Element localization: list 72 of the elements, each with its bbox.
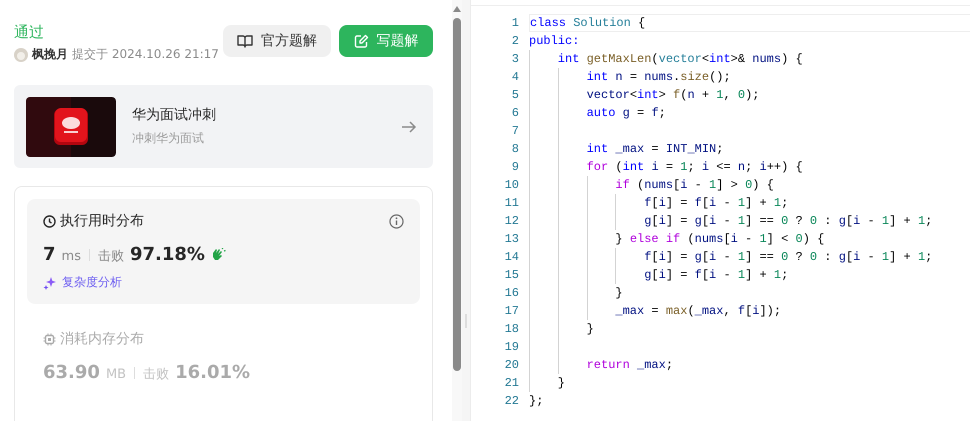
code-line: g[i] = g[i - 1] == 0 ? 0 : g[i - 1] + 1; bbox=[644, 213, 932, 230]
line-number: 16 bbox=[504, 285, 519, 302]
edit-icon bbox=[354, 34, 368, 48]
line-number: 22 bbox=[504, 393, 519, 410]
author-name[interactable]: 枫挽月 bbox=[32, 46, 68, 63]
line-number: 1 bbox=[510, 15, 519, 32]
line-number: 21 bbox=[504, 375, 519, 392]
line-number: 4 bbox=[510, 69, 519, 86]
line-number: 20 bbox=[504, 357, 519, 374]
scrollbar-thumb[interactable] bbox=[453, 18, 462, 371]
metric-title: 消耗内存分布 bbox=[60, 330, 144, 348]
beats-label: 击败 bbox=[98, 248, 124, 265]
line-number: 8 bbox=[510, 141, 519, 158]
code-line: if (nums[i - 1] > 0) { bbox=[615, 177, 774, 194]
book-icon bbox=[237, 34, 253, 48]
metric-title: 执行用时分布 bbox=[60, 212, 144, 230]
line-number: 18 bbox=[504, 321, 519, 338]
scroll-up-icon[interactable] bbox=[453, 6, 462, 12]
code-line: int n = nums.size(); bbox=[586, 69, 731, 86]
beats-percent: 97.18% bbox=[130, 244, 205, 265]
status-label: 通过 bbox=[14, 22, 45, 42]
submit-time: 提交于 2024.10.26 21:17 bbox=[72, 46, 219, 63]
line-number: 15 bbox=[504, 267, 519, 284]
code-line: int getMaxLen(vector<int>& nums) { bbox=[558, 51, 803, 68]
line-number: 9 bbox=[510, 159, 519, 176]
code-line: f[i] = f[i - 1] + 1; bbox=[644, 195, 788, 212]
promo-title: 华为面试冲刺 bbox=[132, 106, 217, 124]
arrow-right-icon bbox=[401, 120, 417, 134]
beats-label: 击败 bbox=[143, 366, 170, 383]
line-number: 2 bbox=[510, 33, 519, 50]
sparkle-icon bbox=[43, 276, 57, 290]
code-line: } bbox=[558, 375, 565, 392]
chip-icon bbox=[43, 332, 56, 346]
avatar-icon bbox=[14, 48, 28, 62]
promo-subtitle: 冲刺华为面试 bbox=[132, 130, 205, 147]
code-line: f[i] = g[i - 1] == 0 ? 0 : g[i - 1] + 1; bbox=[644, 249, 932, 266]
line-number: 17 bbox=[504, 303, 519, 320]
line-number: 11 bbox=[504, 195, 519, 212]
code-line: vector<int> f(n + 1, 0); bbox=[586, 87, 760, 104]
code-line: } bbox=[586, 321, 594, 338]
code-line: return _max; bbox=[586, 357, 674, 374]
line-number: 12 bbox=[504, 213, 519, 230]
line-number: 7 bbox=[510, 123, 519, 140]
code-line: _max = max(_max, f[i]); bbox=[615, 303, 782, 320]
line-number: 14 bbox=[504, 249, 519, 266]
code-line: }; bbox=[529, 393, 544, 410]
code-line: int _max = INT_MIN; bbox=[586, 141, 724, 158]
clock-icon bbox=[43, 214, 56, 228]
metric-unit: MB bbox=[106, 367, 126, 382]
beats-percent: 16.01% bbox=[175, 362, 250, 383]
line-number: 19 bbox=[504, 339, 519, 356]
code-line: public: bbox=[529, 33, 580, 50]
code-line: for (int i = 1; i <= n; i++) { bbox=[586, 159, 803, 176]
clapping-hands-icon bbox=[210, 248, 226, 261]
complexity-analysis-link[interactable]: 复杂度分析 bbox=[62, 274, 122, 291]
metric-panel[interactable]: 执行用时分布 7 ms 击败 97.18% 复杂度分析 bbox=[27, 199, 420, 304]
line-number: 6 bbox=[510, 105, 519, 122]
line-number: 5 bbox=[510, 87, 519, 104]
metric-unit: ms bbox=[62, 249, 81, 264]
code-line: } else if (nums[i - 1] < 0) { bbox=[615, 231, 824, 248]
promo-card[interactable]: 华为面试冲刺 冲刺华为面试 bbox=[14, 85, 433, 168]
line-number: 10 bbox=[504, 177, 519, 194]
code-line: g[i] = f[i - 1] + 1; bbox=[644, 267, 788, 284]
metric-value: 63.90 bbox=[43, 362, 100, 383]
code-line: } bbox=[615, 285, 623, 302]
line-number: 3 bbox=[510, 51, 519, 68]
line-number: 13 bbox=[504, 231, 519, 248]
metric-value: 7 bbox=[43, 244, 56, 265]
code-line: auto g = f; bbox=[586, 105, 666, 122]
info-icon[interactable] bbox=[389, 214, 404, 228]
code-line: class Solution { bbox=[530, 15, 646, 31]
official-solution-button[interactable]: 官方题解 bbox=[223, 25, 331, 57]
